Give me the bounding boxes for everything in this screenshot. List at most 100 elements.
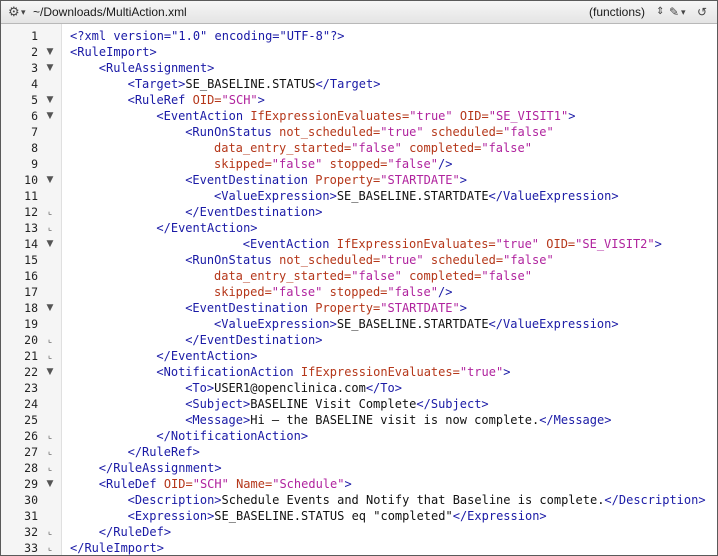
history-icon[interactable]: ↺ bbox=[697, 4, 707, 20]
updown-icon[interactable]: ⇕ bbox=[656, 4, 664, 20]
code-text[interactable]: </EventAction> bbox=[156, 348, 257, 364]
code-line[interactable]: 20 ⌞ </EventDestination> bbox=[1, 332, 717, 348]
fold-end-icon: ⌞ bbox=[47, 463, 53, 473]
fold-toggle-icon[interactable]: ▼ bbox=[44, 300, 56, 316]
token-attr: data_entry_started= bbox=[214, 141, 352, 155]
code-line[interactable]: 33 ⌞ </RuleImport> bbox=[1, 540, 717, 555]
code-line[interactable]: 9 skipped="false" stopped="false"/> bbox=[1, 156, 717, 172]
code-text[interactable]: <Expression>SE_BASELINE.STATUS eq "compl… bbox=[128, 508, 547, 524]
token-tag: > bbox=[568, 109, 576, 123]
code-text[interactable]: </RuleImport> bbox=[70, 540, 164, 555]
code-text[interactable]: <EventAction IfExpressionEvaluates="true… bbox=[243, 236, 662, 252]
code-line[interactable]: 2 ▼ <RuleImport> bbox=[1, 44, 717, 60]
code-line[interactable]: 29 ▼ <RuleDef OID="SCH" Name="Schedule"> bbox=[1, 476, 717, 492]
code-text[interactable]: <?xml version="1.0" encoding="UTF-8"?> bbox=[70, 28, 345, 44]
code-text[interactable]: </NotificationAction> bbox=[156, 428, 308, 444]
chevron-down-icon[interactable]: ▾ bbox=[681, 4, 686, 20]
code-text[interactable]: <RunOnStatus not_scheduled="true" schedu… bbox=[185, 124, 554, 140]
code-text[interactable]: <RuleImport> bbox=[70, 44, 157, 60]
code-text[interactable]: <Subject>BASELINE Visit Complete</Subjec… bbox=[185, 396, 488, 412]
pin-icon[interactable]: ✎ bbox=[669, 4, 679, 20]
code-text[interactable]: <RuleRef OID="SCH"> bbox=[128, 92, 265, 108]
code-line[interactable]: 23 <To>USER1@openclinica.com</To> bbox=[1, 380, 717, 396]
code-text[interactable]: </RuleRef> bbox=[128, 444, 200, 460]
file-path[interactable]: ~/Downloads/MultiAction.xml bbox=[33, 4, 187, 20]
code-line[interactable]: 18 ▼ <EventDestination Property="STARTDATE… bbox=[1, 300, 717, 316]
code-text[interactable]: data_entry_started="false" completed="fa… bbox=[214, 268, 532, 284]
code-line[interactable]: 8 data_entry_started="false" completed="f… bbox=[1, 140, 717, 156]
code-line[interactable]: 15 <RunOnStatus not_scheduled="true" sche… bbox=[1, 252, 717, 268]
code-line[interactable]: 31 <Expression>SE_BASELINE.STATUS eq "com… bbox=[1, 508, 717, 524]
token-tag: <RunOnStatus bbox=[185, 253, 280, 267]
functions-menu[interactable]: (functions) bbox=[589, 4, 645, 20]
code-text[interactable]: <NotificationAction IfExpressionEvaluate… bbox=[156, 364, 510, 380]
code-text[interactable]: <EventAction IfExpressionEvaluates="true… bbox=[156, 108, 575, 124]
fold-toggle-icon[interactable]: ▼ bbox=[44, 172, 56, 188]
code-line[interactable]: 13 ⌞ </EventAction> bbox=[1, 220, 717, 236]
token-tag: <Target> bbox=[127, 77, 186, 91]
fold-toggle-icon[interactable]: ▼ bbox=[44, 60, 56, 76]
code-line[interactable]: 28 ⌞ </RuleAssignment> bbox=[1, 460, 717, 476]
token-tag: </Expression> bbox=[452, 509, 547, 523]
code-line[interactable]: 12 ⌞ </EventDestination> bbox=[1, 204, 717, 220]
code-line[interactable]: 24 <Subject>BASELINE Visit Complete</Subj… bbox=[1, 396, 717, 412]
code-text[interactable]: <RunOnStatus not_scheduled="true" schedu… bbox=[185, 252, 554, 268]
code-text[interactable]: </EventDestination> bbox=[185, 204, 322, 220]
code-line[interactable]: 4 <Target>SE_BASELINE.STATUS</Target> bbox=[1, 76, 717, 92]
gear-icon[interactable]: ⚙ bbox=[8, 4, 20, 20]
fold-toggle-icon[interactable]: ▼ bbox=[44, 364, 56, 380]
token-tag: <ValueExpression> bbox=[214, 317, 337, 331]
token-tag: <ValueExpression> bbox=[214, 189, 337, 203]
code-text[interactable]: </EventAction> bbox=[156, 220, 257, 236]
code-text[interactable]: <To>USER1@openclinica.com</To> bbox=[185, 380, 402, 396]
token-tag: > bbox=[344, 477, 352, 491]
code-text[interactable]: <Description>Schedule Events and Notify … bbox=[128, 492, 706, 508]
fold-toggle-icon[interactable]: ▼ bbox=[44, 44, 56, 60]
code-text[interactable]: <Message>Hi – the BASELINE visit is now … bbox=[185, 412, 611, 428]
code-text[interactable]: <ValueExpression>SE_BASELINE.STARTDATE</… bbox=[214, 188, 619, 204]
code-line[interactable]: 26 ⌞ </NotificationAction> bbox=[1, 428, 717, 444]
code-text[interactable]: <RuleDef OID="SCH" Name="Schedule"> bbox=[99, 476, 352, 492]
code-line[interactable]: 21 ⌞ </EventAction> bbox=[1, 348, 717, 364]
code-line[interactable]: 16 data_entry_started="false" completed="… bbox=[1, 268, 717, 284]
code-line[interactable]: 3 ▼ <RuleAssignment> bbox=[1, 60, 717, 76]
code-text[interactable]: </RuleDef> bbox=[99, 524, 171, 540]
code-line[interactable]: 17 skipped="false" stopped="false"/> bbox=[1, 284, 717, 300]
token-text: Schedule Events and Notify that Baseline… bbox=[221, 493, 605, 507]
token-text: BASELINE Visit Complete bbox=[250, 397, 417, 411]
code-text[interactable]: skipped="false" stopped="false"/> bbox=[214, 284, 452, 300]
code-line[interactable]: 19 <ValueExpression>SE_BASELINE.STARTDATE… bbox=[1, 316, 717, 332]
code-text[interactable]: <EventDestination Property="STARTDATE"> bbox=[185, 300, 467, 316]
fold-toggle-icon[interactable]: ▼ bbox=[44, 108, 56, 124]
code-line[interactable]: 10 ▼ <EventDestination Property="STARTDATE… bbox=[1, 172, 717, 188]
code-text[interactable]: </RuleAssignment> bbox=[99, 460, 222, 476]
code-text[interactable]: <RuleAssignment> bbox=[99, 60, 215, 76]
code-line[interactable]: 11 <ValueExpression>SE_BASELINE.STARTDATE… bbox=[1, 188, 717, 204]
code-text[interactable]: <ValueExpression>SE_BASELINE.STARTDATE</… bbox=[214, 316, 619, 332]
token-str: "false" bbox=[387, 157, 438, 171]
code-text[interactable]: skipped="false" stopped="false"/> bbox=[214, 156, 452, 172]
code-line[interactable]: 5 ▼ <RuleRef OID="SCH"> bbox=[1, 92, 717, 108]
chevron-down-icon[interactable]: ▾ bbox=[21, 4, 26, 20]
code-text[interactable]: data_entry_started="false" completed="fa… bbox=[214, 140, 532, 156]
token-attr: OID= bbox=[192, 93, 222, 107]
code-line[interactable]: 25 <Message>Hi – the BASELINE visit is no… bbox=[1, 412, 717, 428]
line-number: 5 bbox=[31, 93, 38, 107]
code-line[interactable]: 27 ⌞ </RuleRef> bbox=[1, 444, 717, 460]
code-line[interactable]: 1 <?xml version="1.0" encoding="UTF-8"?> bbox=[1, 28, 717, 44]
code-text[interactable]: <EventDestination Property="STARTDATE"> bbox=[185, 172, 467, 188]
code-line[interactable]: 32 ⌞ </RuleDef> bbox=[1, 524, 717, 540]
code-line[interactable]: 30 <Description>Schedule Events and Notif… bbox=[1, 492, 717, 508]
fold-toggle-icon[interactable]: ▼ bbox=[44, 476, 56, 492]
fold-toggle-icon[interactable]: ▼ bbox=[44, 236, 56, 252]
code-text[interactable]: </EventDestination> bbox=[185, 332, 322, 348]
code-line[interactable]: 22 ▼ <NotificationAction IfExpressionEvalu… bbox=[1, 364, 717, 380]
token-text: SE_BASELINE.STATUS bbox=[185, 77, 316, 91]
fold-toggle-icon[interactable]: ▼ bbox=[44, 92, 56, 108]
code-line[interactable]: 14 ▼ <EventAction IfExpressionEvaluates="t… bbox=[1, 236, 717, 252]
code-editor[interactable]: 1 <?xml version="1.0" encoding="UTF-8"?> 2… bbox=[1, 24, 717, 555]
fold-end-icon: ⌞ bbox=[47, 543, 53, 553]
code-text[interactable]: <Target>SE_BASELINE.STATUS</Target> bbox=[128, 76, 381, 92]
code-line[interactable]: 6 ▼ <EventAction IfExpressionEvaluates="tr… bbox=[1, 108, 717, 124]
code-line[interactable]: 7 <RunOnStatus not_scheduled="true" sched… bbox=[1, 124, 717, 140]
